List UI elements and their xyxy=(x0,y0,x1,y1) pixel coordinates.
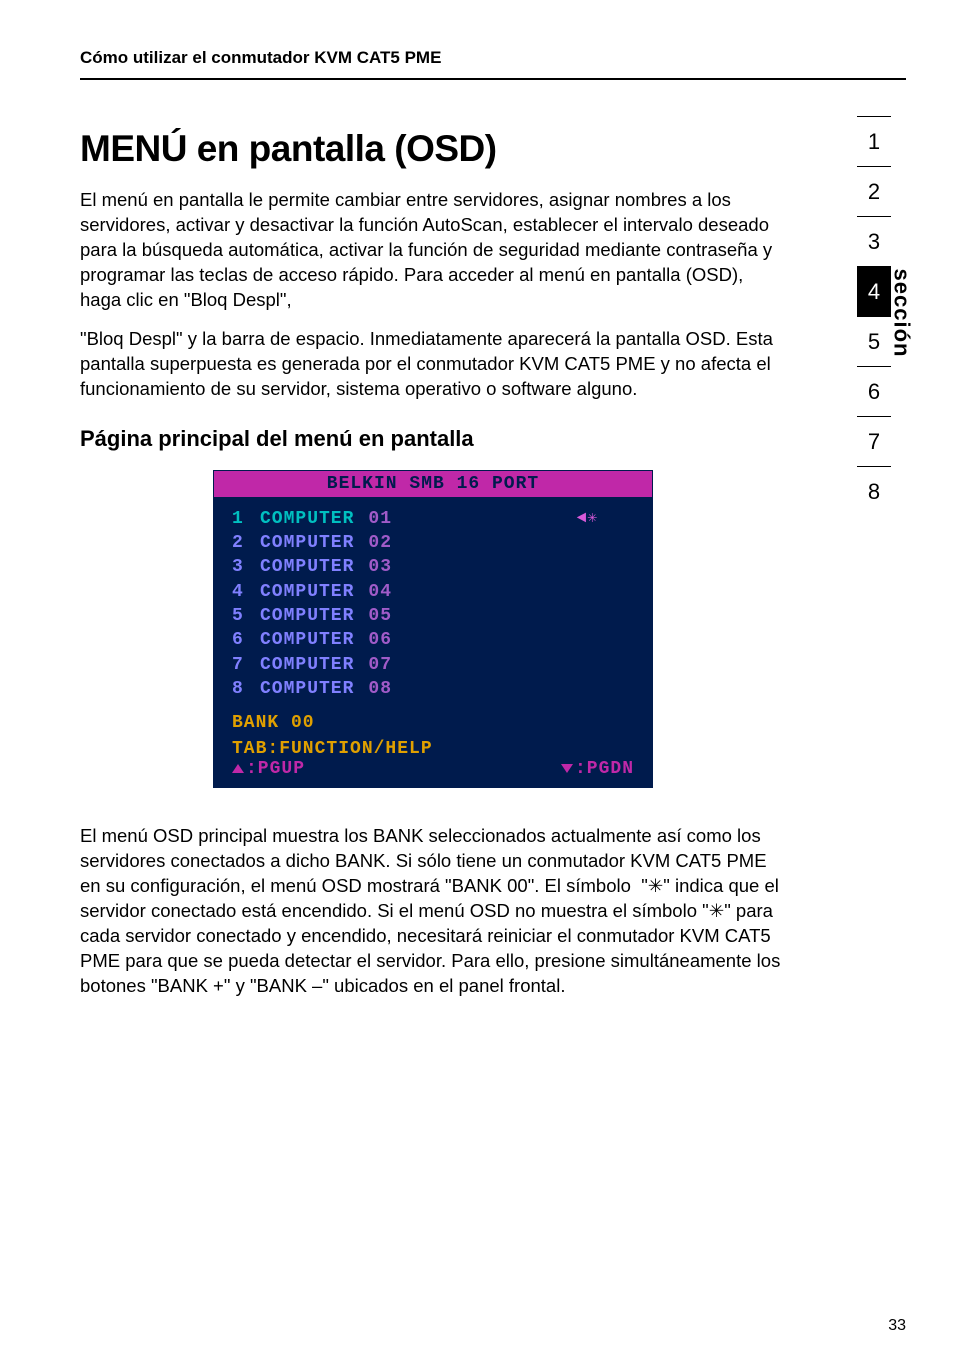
section-tab-8[interactable]: 8 xyxy=(857,466,891,516)
osd-row: 2 COMPUTER 02 xyxy=(232,531,634,555)
section-tab-6[interactable]: 6 xyxy=(857,366,891,416)
osd-row-num: 04 xyxy=(368,580,392,604)
osd-row: 4 COMPUTER 04 xyxy=(232,580,634,604)
section-rail-label: sección xyxy=(889,269,915,358)
osd-row-name: COMPUTER xyxy=(260,507,354,531)
osd-row-marker-icon: ◄✳ xyxy=(577,508,634,530)
osd-row-index: 7 xyxy=(232,653,246,677)
osd-row-name: COMPUTER xyxy=(260,677,354,701)
osd-row-index: 6 xyxy=(232,628,246,652)
page-number: 33 xyxy=(888,1317,906,1335)
intro-paragraph-2: "Bloq Despl" y la barra de espacio. Inme… xyxy=(80,327,786,402)
osd-title-bar: BELKIN SMB 16 PORT xyxy=(214,471,652,497)
osd-screenshot: BELKIN SMB 16 PORT 1 COMPUTER 01 ◄✳ 2 CO… xyxy=(80,470,786,788)
osd-row: 3 COMPUTER 03 xyxy=(232,555,634,579)
osd-row: 8 COMPUTER 08 xyxy=(232,677,634,701)
section-tab-5[interactable]: 5 xyxy=(857,316,891,366)
osd-row: 5 COMPUTER 05 xyxy=(232,604,634,628)
osd-row-name: COMPUTER xyxy=(260,555,354,579)
section-tab-3[interactable]: 3 xyxy=(857,216,891,266)
intro-paragraph-1: El menú en pantalla le permite cambiar e… xyxy=(80,188,786,313)
triangle-down-icon xyxy=(561,764,573,773)
osd-row-index: 1 xyxy=(232,507,246,531)
asterisk-icon: ✳ xyxy=(709,900,725,921)
osd-row-num: 06 xyxy=(368,628,392,652)
osd-row-index: 3 xyxy=(232,555,246,579)
osd-window: BELKIN SMB 16 PORT 1 COMPUTER 01 ◄✳ 2 CO… xyxy=(213,470,653,788)
osd-row-num: 03 xyxy=(368,555,392,579)
osd-row-num: 01 xyxy=(368,507,392,531)
osd-row-index: 8 xyxy=(232,677,246,701)
section-tab-1[interactable]: 1 xyxy=(857,116,891,166)
osd-footer: TAB:FUNCTION/HELP :PGUP :PGDN xyxy=(214,737,652,787)
osd-row-num: 07 xyxy=(368,653,392,677)
section-rail: 1 2 3 4 5 6 7 8 sección xyxy=(838,116,910,516)
osd-row-name: COMPUTER xyxy=(260,531,354,555)
page: Cómo utilizar el conmutador KVM CAT5 PME… xyxy=(0,0,954,1363)
osd-row: 6 COMPUTER 06 xyxy=(232,628,634,652)
osd-row-name: COMPUTER xyxy=(260,628,354,652)
triangle-up-icon xyxy=(232,764,244,773)
section-tab-4[interactable]: 4 xyxy=(857,266,891,316)
section-tab-2[interactable]: 2 xyxy=(857,166,891,216)
osd-row-name: COMPUTER xyxy=(260,604,354,628)
header-breadcrumb: Cómo utilizar el conmutador KVM CAT5 PME xyxy=(80,48,906,80)
osd-row: 1 COMPUTER 01 ◄✳ xyxy=(232,507,634,531)
osd-list: 1 COMPUTER 01 ◄✳ 2 COMPUTER 02 3 COMPUTE… xyxy=(214,497,652,707)
body-paragraph-2: El menú OSD principal muestra los BANK s… xyxy=(80,824,786,999)
osd-row-num: 08 xyxy=(368,677,392,701)
page-title: MENÚ en pantalla (OSD) xyxy=(80,128,786,170)
osd-pgdn-label: :PGDN xyxy=(561,759,634,779)
osd-bank-line: BANK 00 xyxy=(214,707,652,737)
asterisk-icon: ✳ xyxy=(648,875,664,896)
osd-row-index: 2 xyxy=(232,531,246,555)
section-tab-7[interactable]: 7 xyxy=(857,416,891,466)
osd-row-index: 4 xyxy=(232,580,246,604)
osd-row-num: 05 xyxy=(368,604,392,628)
osd-row-num: 02 xyxy=(368,531,392,555)
osd-row-name: COMPUTER xyxy=(260,653,354,677)
osd-pgup-label: :PGUP xyxy=(232,759,305,779)
osd-tab-help: TAB:FUNCTION/HELP xyxy=(232,739,634,759)
osd-row-name: COMPUTER xyxy=(260,580,354,604)
section-subhead: Página principal del menú en pantalla xyxy=(80,426,786,452)
osd-row-index: 5 xyxy=(232,604,246,628)
osd-row: 7 COMPUTER 07 xyxy=(232,653,634,677)
